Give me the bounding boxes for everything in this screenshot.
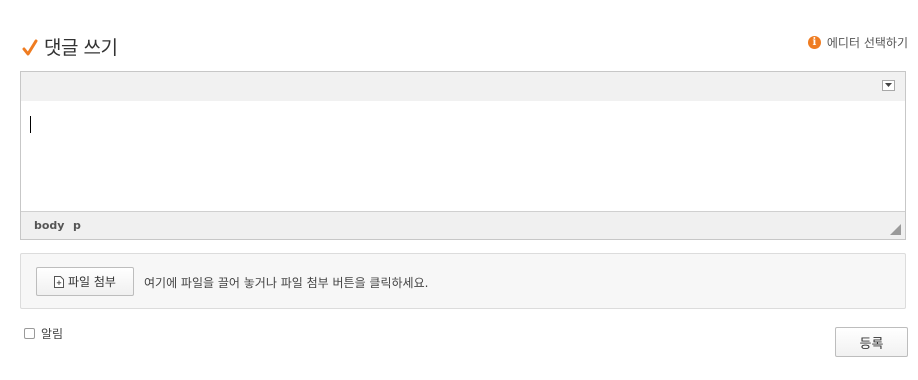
- notify-checkbox[interactable]: [24, 328, 35, 339]
- checkmark-icon: [22, 39, 38, 56]
- path-item-p[interactable]: p: [73, 219, 81, 232]
- submit-label: 등록: [859, 336, 884, 352]
- file-add-icon: [54, 275, 64, 288]
- attach-hint-text: 여기에 파일을 끌어 놓거나 파일 첨부 버튼을 클릭하세요.: [144, 276, 429, 290]
- page-title: 댓글 쓰기: [44, 36, 118, 59]
- text-caret: [30, 116, 31, 133]
- comment-header: 댓글 쓰기: [22, 32, 118, 60]
- editor-select-label: 에디터 선택하기: [826, 36, 908, 50]
- toolbar-dropdown-button[interactable]: [882, 80, 895, 91]
- resize-handle-icon[interactable]: [890, 224, 901, 235]
- info-icon: i: [807, 36, 821, 49]
- notify-label: 알림: [41, 327, 64, 341]
- editor-toolbar: [21, 72, 905, 102]
- chevron-down-icon: [885, 83, 892, 87]
- path-item-body[interactable]: body: [34, 219, 64, 232]
- comment-editor: body p: [20, 71, 906, 240]
- editor-text-area[interactable]: [21, 101, 905, 212]
- editor-select-link[interactable]: i 에디터 선택하기: [807, 34, 908, 51]
- notify-option[interactable]: 알림: [24, 325, 63, 342]
- attach-file-button[interactable]: 파일 첨부: [36, 267, 134, 296]
- submit-button[interactable]: 등록: [835, 327, 908, 357]
- attachment-area[interactable]: 파일 첨부 여기에 파일을 끌어 놓거나 파일 첨부 버튼을 클릭하세요.: [20, 253, 906, 309]
- attach-file-label: 파일 첨부: [68, 275, 116, 289]
- editor-path-bar: body p: [21, 211, 905, 239]
